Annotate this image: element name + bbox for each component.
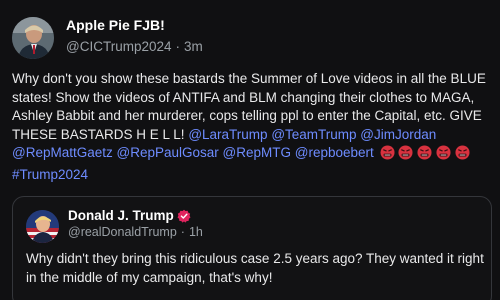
quoted-author-avatar[interactable] <box>26 210 59 243</box>
angry-face-icon <box>398 145 413 160</box>
mention-link[interactable]: @RepMTG <box>223 145 291 160</box>
quoted-post-timestamp[interactable]: 1h <box>189 225 203 239</box>
angry-face-icon <box>417 145 432 160</box>
post-body: Why don't you show these bastards the Su… <box>12 70 494 184</box>
angry-face-icon <box>455 145 470 160</box>
mention-link[interactable]: @LaraTrump <box>188 127 267 142</box>
angry-face-icon <box>380 145 395 160</box>
post-meta: @CICTrump2024 · 3m <box>66 39 203 54</box>
quoted-post[interactable]: Donald J. Trump @realDonaldTrump · 1h Why … <box>12 196 492 300</box>
quoted-post-meta: @realDonaldTrump · 1h <box>68 225 203 239</box>
meta-separator: · <box>180 225 185 239</box>
mention-link[interactable]: @RepMattGaetz <box>12 145 113 160</box>
mention-link[interactable]: @repboebert <box>295 145 374 160</box>
avatar-image <box>12 17 54 59</box>
angry-face-icon <box>436 145 451 160</box>
verified-badge-icon <box>177 209 191 226</box>
post: Apple Pie FJB! @CICTrump2024 · 3m Why don'… <box>0 0 500 300</box>
avatar-image <box>26 210 59 243</box>
quoted-author-handle[interactable]: @realDonaldTrump <box>68 225 177 239</box>
mention-link[interactable]: @TeamTrump <box>271 127 356 142</box>
meta-separator: · <box>175 39 181 54</box>
quoted-post-text: Why didn't they bring this ridiculous ca… <box>26 251 484 285</box>
post-timestamp[interactable]: 3m <box>184 39 203 54</box>
quoted-author-name[interactable]: Donald J. Trump <box>68 208 174 223</box>
author-handle[interactable]: @CICTrump2024 <box>66 39 172 54</box>
emoji-group <box>380 145 470 166</box>
quoted-author-name-row: Donald J. Trump <box>68 208 191 226</box>
hashtag-link[interactable]: #Trump2024 <box>12 167 88 182</box>
mention-link[interactable]: @JimJordan <box>360 127 436 142</box>
mention-link[interactable]: @RepPaulGosar <box>117 145 219 160</box>
author-name[interactable]: Apple Pie FJB! <box>66 17 165 33</box>
author-avatar[interactable] <box>12 17 54 59</box>
